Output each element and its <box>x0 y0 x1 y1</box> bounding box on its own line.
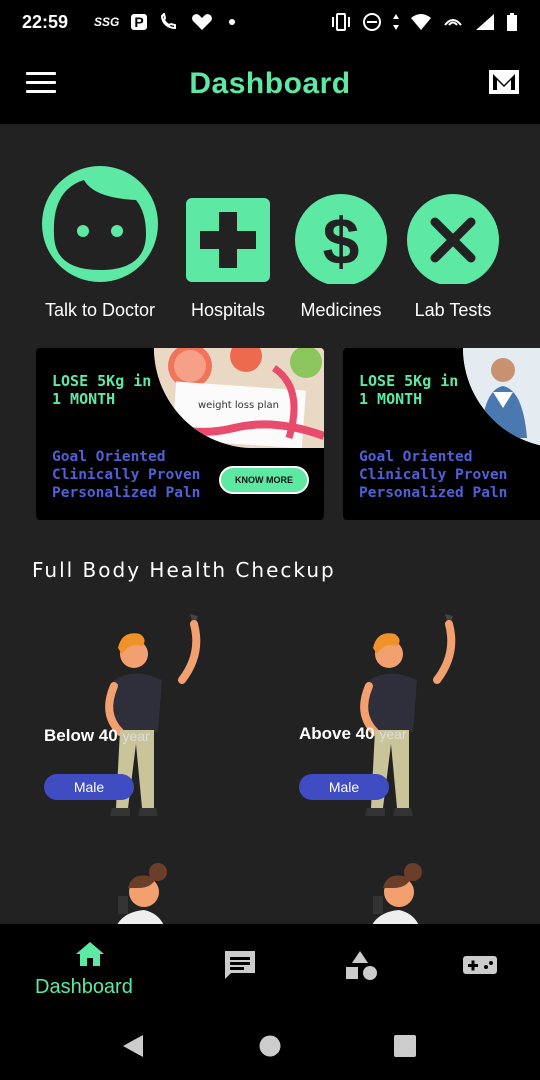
home-circle-icon[interactable] <box>258 1034 282 1058</box>
nav-item-chat[interactable] <box>210 924 270 1008</box>
battery-icon <box>507 13 517 31</box>
quick-action-medicines[interactable]: $ Medicines <box>294 164 388 320</box>
promo-card[interactable]: LOSE 5Kg in 1 MONTH Goal Oriented Clinic… <box>343 348 540 520</box>
weight-loss-image: weight loss plan <box>154 348 324 448</box>
quick-action-label: Hospitals <box>190 300 266 320</box>
quick-action-hospitals[interactable]: Hospitals <box>186 164 270 320</box>
quick-action-label: Lab Tests <box>414 300 492 320</box>
page-title: Dashboard <box>189 67 351 100</box>
menu-icon[interactable] <box>26 72 56 94</box>
age-label: Above 40 year <box>299 724 407 743</box>
home-icon <box>76 942 104 966</box>
nav-item-categories[interactable] <box>330 924 390 1008</box>
signal-icon <box>476 14 494 30</box>
section-title: Full Body Health Checkup <box>32 558 336 582</box>
promo-headline: LOSE 5Kg in 1 MONTH <box>52 372 152 408</box>
woman-illustration <box>372 863 422 924</box>
back-icon[interactable] <box>121 1034 145 1058</box>
parking-icon: P <box>131 14 147 30</box>
checkup-card[interactable]: Below 40 year Male <box>30 604 285 824</box>
quick-action-lab-tests[interactable]: Lab Tests <box>406 164 500 320</box>
dollar-icon: $ <box>295 194 387 286</box>
status-time: 22:59 <box>22 11 69 32</box>
nav-item-dashboard[interactable]: Dashboard <box>30 924 150 1008</box>
phone-off-icon <box>160 13 176 30</box>
mail-icon[interactable] <box>488 68 520 96</box>
quick-action-label: Medicines <box>300 300 382 320</box>
promo-card[interactable]: weight loss plan LOSE 5Kg in 1 MONTH Goa… <box>36 348 324 520</box>
quick-action-label: Talk to Doctor <box>44 300 156 320</box>
carrier-tag: SSG <box>94 15 120 29</box>
doctor-image <box>463 348 540 448</box>
promo-carousel[interactable]: weight loss plan LOSE 5Kg in 1 MONTH Goa… <box>36 348 540 520</box>
recents-icon[interactable] <box>393 1034 417 1058</box>
nav-item-games[interactable] <box>450 924 510 1008</box>
system-navigation <box>0 1008 540 1080</box>
notification-dot-icon <box>228 19 235 25</box>
app-bar: Dashboard <box>0 44 540 124</box>
status-bar: 22:59 SSG P <box>0 0 540 44</box>
woman-illustration <box>117 863 167 924</box>
age-label: Below 40 year <box>44 726 150 745</box>
data-arrows-icon <box>393 14 399 30</box>
close-x-icon <box>407 194 499 286</box>
hospital-cross-icon <box>186 198 270 282</box>
shapes-icon <box>346 951 377 980</box>
promo-subtitle: Goal Oriented Clinically Proven Personal… <box>52 449 201 501</box>
nav-label: Dashboard <box>35 976 133 998</box>
gamepad-icon <box>463 956 497 974</box>
content-area: Talk to Doctor Hospitals $ Medicines Lab… <box>0 124 540 924</box>
know-more-button[interactable]: KNOW MORE <box>219 466 309 494</box>
image-caption: weight loss plan <box>198 400 279 411</box>
checkup-grid: Below 40 year Male Above 40 year Male <box>0 604 540 924</box>
gender-pill[interactable]: Male <box>44 774 134 800</box>
doctor-face-icon <box>42 166 158 282</box>
svg-text:$: $ <box>323 204 360 278</box>
vibrate-icon <box>332 13 350 31</box>
dnd-icon <box>363 13 381 31</box>
quick-actions: Talk to Doctor Hospitals $ Medicines Lab… <box>0 164 540 324</box>
bottom-navigation: Dashboard <box>0 924 540 1008</box>
checkup-card[interactable]: Above 40 year Male <box>285 604 540 824</box>
promo-subtitle: Goal Oriented Clinically Proven Personal… <box>359 449 508 501</box>
heart-icon <box>191 14 212 30</box>
gender-pill[interactable]: Male <box>299 774 389 800</box>
hotspot-icon <box>444 19 462 26</box>
chat-icon <box>225 951 255 979</box>
wifi-icon <box>411 14 431 30</box>
promo-headline: LOSE 5Kg in 1 MONTH <box>359 372 459 408</box>
quick-action-talk-to-doctor[interactable]: Talk to Doctor <box>40 164 160 320</box>
